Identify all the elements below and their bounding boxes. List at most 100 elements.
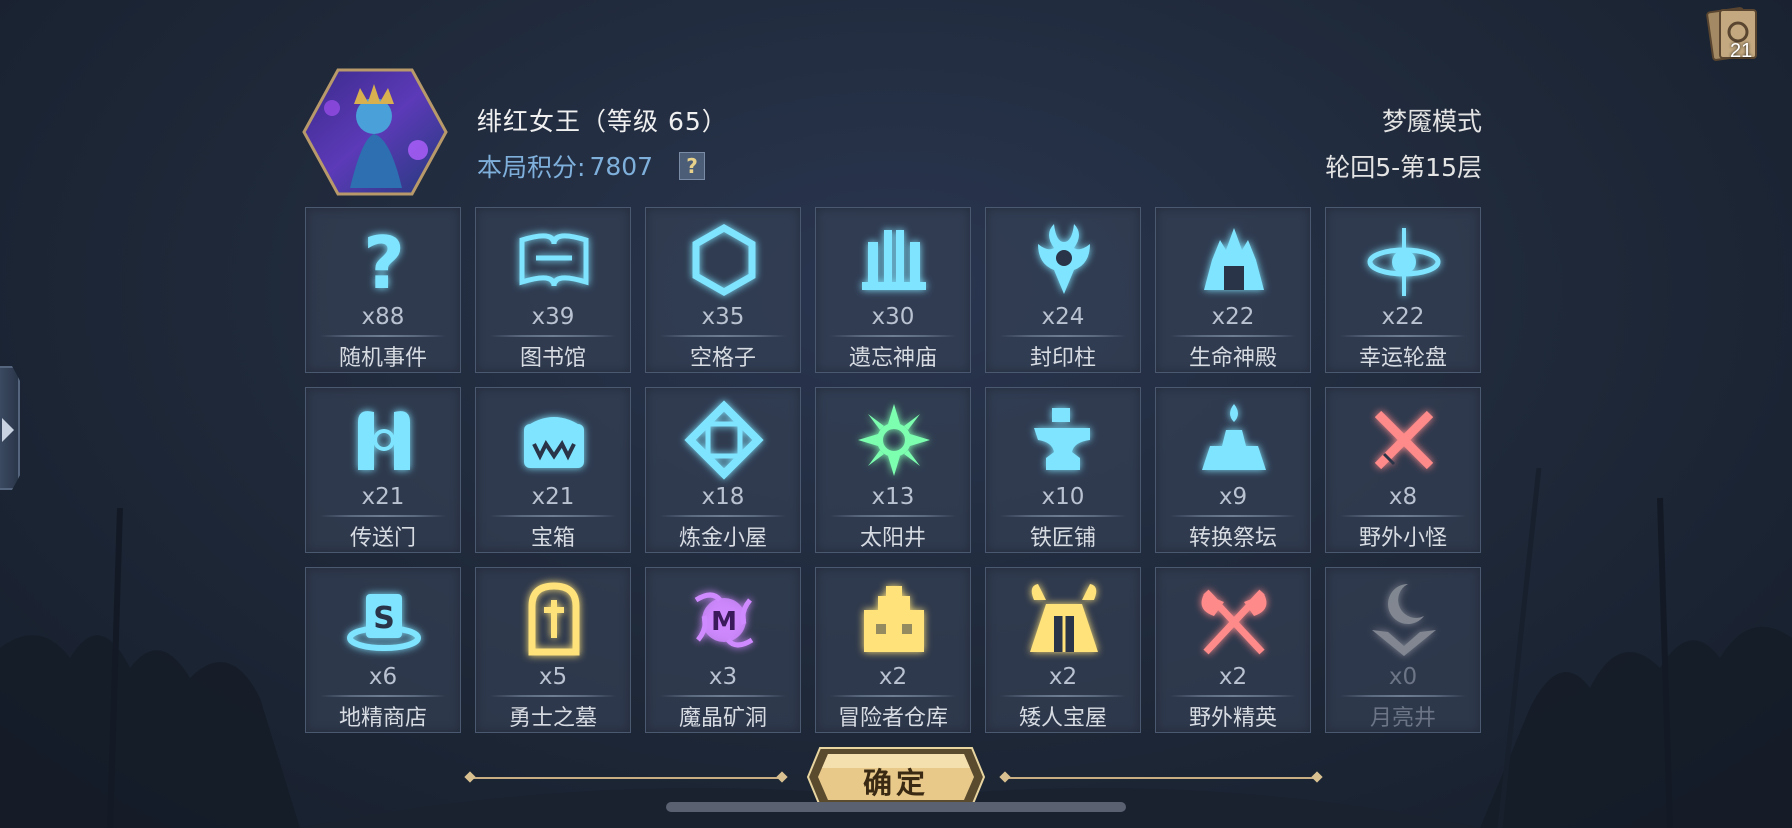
divider [490, 515, 616, 517]
event-tile[interactable]: x21 宝箱 [475, 387, 631, 553]
event-name: 炼金小屋 [678, 526, 767, 551]
event-tile[interactable]: x5 勇士之墓 [475, 567, 631, 733]
divider [660, 515, 786, 517]
event-grid: ? x88 随机事件 x39 图书馆 x35 空格子 x30 遗忘神庙 x24 封印柱 x22 生命神殿… [305, 207, 1481, 733]
divider [830, 695, 956, 697]
event-count: x22 [1381, 304, 1425, 330]
event-name: 太阳井 [859, 526, 926, 551]
event-name: 遗忘神庙 [848, 346, 937, 371]
score-value: 7807 [589, 151, 654, 181]
alchemy-icon [684, 400, 764, 480]
event-tile[interactable]: x24 封印柱 [985, 207, 1141, 373]
svg-text:S: S [373, 601, 395, 636]
confirm-left-ornament [470, 777, 782, 779]
event-tile[interactable]: x13 太阳井 [815, 387, 971, 553]
event-name: 传送门 [349, 526, 416, 551]
event-count: x13 [871, 484, 915, 510]
hero-name: 绯红女王（等级 65） [477, 107, 728, 136]
divider [1340, 335, 1466, 337]
event-tile[interactable]: x30 遗忘神庙 [815, 207, 971, 373]
event-name: 转换祭坛 [1188, 526, 1277, 551]
event-name: 矮人宝屋 [1018, 706, 1107, 731]
event-name: 魔晶矿洞 [678, 706, 767, 731]
event-name: 勇士之墓 [508, 706, 597, 731]
event-count: x39 [531, 304, 575, 330]
event-tile[interactable]: x9 转换祭坛 [1155, 387, 1311, 553]
anvil-icon [1034, 408, 1090, 470]
event-count: x5 [538, 664, 568, 690]
event-name: 随机事件 [338, 346, 427, 371]
event-tile[interactable]: x18 炼金小屋 [645, 387, 801, 553]
divider [1000, 335, 1126, 337]
goblin-shop-icon: S [347, 594, 421, 651]
event-name: 野外小怪 [1358, 526, 1447, 551]
altar-icon [1202, 404, 1266, 470]
chest-icon [524, 417, 584, 468]
confirm-button[interactable]: 确定 [806, 746, 986, 808]
event-count: x9 [1218, 484, 1248, 510]
event-name: 野外精英 [1188, 706, 1277, 731]
event-name: 宝箱 [530, 526, 575, 551]
magic-crystal-icon: M [694, 592, 754, 648]
home-indicator[interactable] [666, 802, 1126, 812]
event-name: 图书馆 [519, 346, 586, 371]
divider [1340, 515, 1466, 517]
event-name: 铁匠铺 [1029, 526, 1096, 551]
event-tile[interactable]: x2 冒险者仓库 [815, 567, 971, 733]
divider [830, 515, 956, 517]
event-name: 封印柱 [1029, 346, 1096, 371]
divider [1170, 335, 1296, 337]
event-name: 月亮井 [1369, 706, 1436, 731]
temple-icon [862, 230, 926, 290]
divider [320, 695, 446, 697]
tomb-icon [528, 582, 580, 656]
event-name: 地精商店 [338, 706, 427, 731]
arrow-right-icon [2, 418, 14, 442]
sun-well-icon [858, 404, 930, 476]
side-panel-toggle[interactable] [0, 366, 20, 490]
round-floor: 轮回5-第15层 [1325, 153, 1482, 182]
event-count: x2 [878, 664, 908, 690]
divider [1170, 695, 1296, 697]
event-tile[interactable]: Mx3 魔晶矿洞 [645, 567, 801, 733]
divider [320, 335, 446, 337]
divider [830, 335, 956, 337]
svg-text:M: M [711, 607, 737, 637]
event-count: x30 [871, 304, 915, 330]
life-shrine-icon [1204, 228, 1264, 290]
event-tile[interactable]: ? x88 随机事件 [305, 207, 461, 373]
divider [490, 695, 616, 697]
event-count: x22 [1211, 304, 1255, 330]
divider [1000, 695, 1126, 697]
event-count: x8 [1388, 484, 1418, 510]
event-tile[interactable]: x2 野外精英 [1155, 567, 1311, 733]
event-tile[interactable]: x22 生命神殿 [1155, 207, 1311, 373]
hexagon-icon [692, 223, 756, 297]
event-name: 生命神殿 [1188, 346, 1277, 371]
divider [490, 335, 616, 337]
event-tile[interactable]: x0 月亮井 [1325, 567, 1481, 733]
event-count: x35 [701, 304, 745, 330]
event-count: x21 [361, 484, 405, 510]
event-tile[interactable]: x21 传送门 [305, 387, 461, 553]
event-tile[interactable]: x35 空格子 [645, 207, 801, 373]
event-tile[interactable]: x39 图书馆 [475, 207, 631, 373]
event-tile[interactable]: x2 矮人宝屋 [985, 567, 1141, 733]
help-button[interactable]: ? [679, 152, 706, 180]
event-tile[interactable]: x10 铁匠铺 [985, 387, 1141, 553]
hero-portrait[interactable] [302, 68, 448, 196]
divider [1340, 695, 1466, 697]
confirm-label: 确定 [862, 766, 929, 800]
confirm-right-ornament [1005, 777, 1317, 779]
event-tile[interactable]: Sx6 地精商店 [305, 567, 461, 733]
warehouse-icon [864, 586, 924, 652]
event-count: x3 [708, 664, 738, 690]
event-tile[interactable]: x22 幸运轮盘 [1325, 207, 1481, 373]
event-count: x10 [1041, 484, 1085, 510]
event-tile[interactable]: x8 野外小怪 [1325, 387, 1481, 553]
event-count: x2 [1218, 664, 1248, 690]
event-count: x6 [368, 664, 398, 690]
event-count: x0 [1388, 664, 1418, 690]
event-count: x24 [1041, 304, 1085, 330]
event-name: 幸运轮盘 [1358, 346, 1447, 371]
